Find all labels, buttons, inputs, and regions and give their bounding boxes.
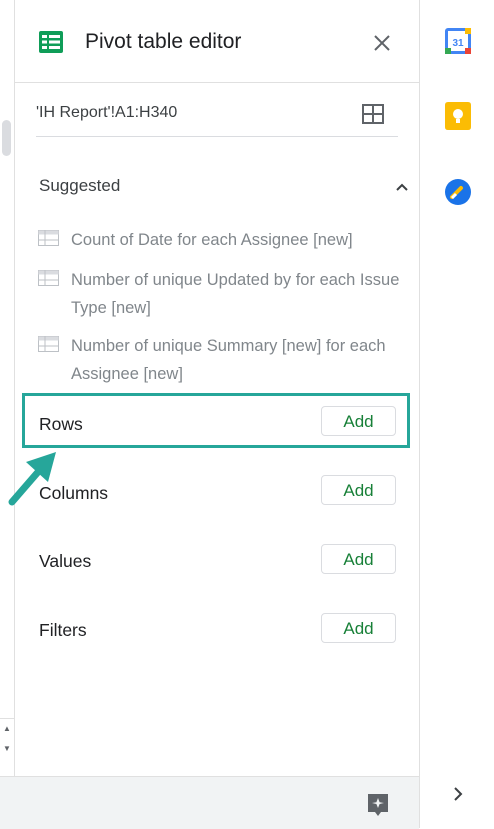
data-range-input[interactable]: 'IH Report'!A1:H340 (36, 104, 177, 122)
suggested-heading: Suggested (39, 176, 121, 195)
calendar-icon[interactable]: 31 (445, 28, 471, 54)
rows-label: Rows (39, 414, 83, 434)
table-icon (38, 230, 59, 246)
suggestion-text: Number of unique Summary [new] for each … (71, 337, 386, 383)
scroll-up-arrow-icon[interactable]: ▲ (3, 724, 11, 734)
close-icon[interactable] (372, 33, 392, 53)
sheet-scrollbar-thumb[interactable] (2, 120, 11, 156)
rows-add-button[interactable]: Add (321, 406, 396, 436)
keep-icon[interactable] (445, 102, 471, 130)
sheet-scroll-arrows[interactable]: ▲ ▼ (0, 718, 14, 777)
panel-title: Pivot table editor (85, 30, 242, 53)
suggestion-item[interactable]: Number of unique Summary [new] for each … (38, 332, 418, 388)
suggestion-text: Count of Date for each Assignee [new] (71, 231, 353, 249)
range-underline (36, 136, 398, 137)
bottom-bar (0, 776, 419, 829)
filters-label: Filters (39, 620, 87, 640)
grid-select-icon[interactable] (362, 104, 384, 124)
scroll-down-arrow-icon[interactable]: ▼ (3, 744, 11, 754)
values-label: Values (39, 551, 92, 571)
table-icon (38, 336, 59, 352)
suggestion-text: Number of unique Updated by for each Iss… (71, 271, 400, 317)
sheet-edge (0, 0, 15, 776)
sheets-icon (39, 31, 63, 53)
chevron-right-icon[interactable] (451, 785, 465, 803)
tasks-icon[interactable] (445, 179, 471, 205)
table-icon (38, 270, 59, 286)
suggestion-item[interactable]: Count of Date for each Assignee [new] (38, 226, 418, 256)
chevron-up-icon[interactable] (395, 182, 409, 192)
explore-icon[interactable] (365, 792, 391, 818)
columns-add-button[interactable]: Add (321, 475, 396, 505)
filters-add-button[interactable]: Add (321, 613, 396, 643)
suggestion-item[interactable]: Number of unique Updated by for each Iss… (38, 266, 418, 322)
arrow-icon (8, 452, 56, 506)
values-add-button[interactable]: Add (321, 544, 396, 574)
calendar-day: 31 (452, 38, 464, 49)
